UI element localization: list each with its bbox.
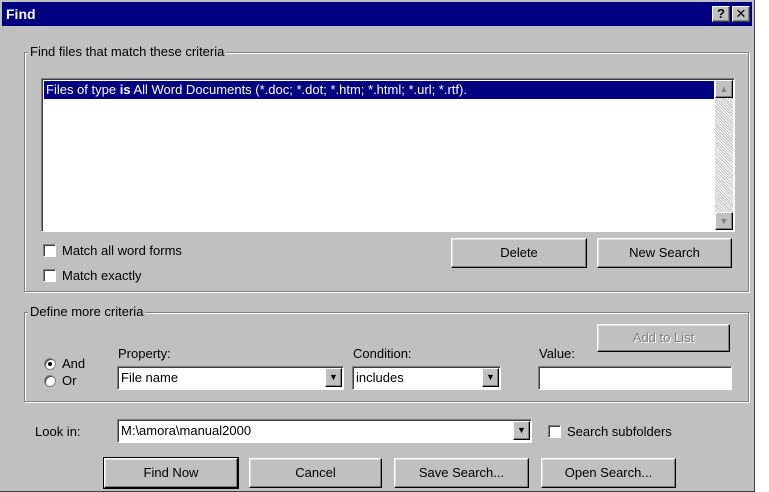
look-in-value: M:\amora\manual2000 — [121, 423, 252, 438]
search-subfolders-checkbox[interactable]: Search subfolders — [548, 424, 672, 439]
search-subfolders-label: Search subfolders — [567, 424, 672, 439]
add-to-list-label: Add to List — [632, 330, 695, 345]
delete-button[interactable]: Delete — [451, 238, 587, 268]
match-all-word-forms-box[interactable] — [43, 244, 56, 257]
delete-button-label: Delete — [500, 245, 538, 260]
save-search-button[interactable]: Save Search... — [394, 458, 529, 488]
condition-value: includes — [356, 370, 404, 385]
open-search-button[interactable]: Open Search... — [541, 458, 676, 488]
chevron-down-icon: ▼ — [329, 372, 338, 382]
property-dropdown-button[interactable]: ▼ — [325, 368, 342, 387]
criteria-listbox[interactable]: Files of type is All Word Documents (*.d… — [41, 78, 735, 232]
match-all-word-forms-checkbox[interactable]: Match all word forms — [43, 243, 182, 258]
cancel-label: Cancel — [295, 465, 336, 480]
or-radio-dot[interactable] — [44, 374, 56, 387]
value-input[interactable] — [538, 366, 732, 390]
save-search-label: Save Search... — [418, 465, 505, 480]
criteria-legend-text: Find files that match these criteria — [30, 44, 225, 59]
scroll-up-button[interactable]: ▲ — [715, 80, 733, 98]
property-label: Property: — [118, 346, 171, 361]
chevron-down-icon: ▼ — [517, 425, 526, 435]
title-bar[interactable]: Find ? ✕ — [2, 2, 752, 26]
match-exactly-checkbox[interactable]: Match exactly — [43, 268, 141, 283]
dialog-title: Find — [6, 6, 36, 22]
or-radio-label: Or — [62, 373, 77, 388]
find-dialog: Find ? ✕ Find files that match these cri… — [0, 0, 755, 492]
scroll-down-arrow-icon: ▼ — [719, 216, 729, 226]
chevron-down-icon: ▼ — [486, 372, 495, 382]
close-button[interactable]: ✕ — [732, 6, 750, 22]
property-dropdown[interactable]: File name ▼ — [117, 366, 344, 390]
criteria-scrollbar[interactable]: ▲ ▼ — [715, 80, 733, 230]
criteria-list-item[interactable]: Files of type is All Word Documents (*.d… — [44, 81, 714, 99]
criteria-item-operator: is — [119, 82, 131, 97]
condition-label: Condition: — [353, 346, 412, 361]
property-value: File name — [121, 370, 179, 385]
find-now-button[interactable]: Find Now — [103, 457, 239, 489]
match-exactly-box[interactable] — [43, 269, 56, 282]
help-button[interactable]: ? — [712, 6, 730, 22]
scroll-down-button[interactable]: ▼ — [715, 212, 733, 230]
new-search-button[interactable]: New Search — [597, 238, 732, 268]
and-radio-dot[interactable] — [44, 357, 56, 370]
scroll-up-arrow-icon: ▲ — [719, 84, 729, 94]
define-criteria-legend: Define more criteria — [28, 304, 146, 320]
and-radio-label: And — [62, 356, 86, 371]
or-radio[interactable]: Or — [44, 373, 76, 388]
cancel-button[interactable]: Cancel — [249, 458, 382, 488]
and-radio[interactable]: And — [44, 356, 85, 371]
value-label: Value: — [539, 346, 575, 361]
define-criteria-legend-text: Define more criteria — [30, 304, 144, 319]
criteria-item-suffix: All Word Documents (*.doc; *.dot; *.htm;… — [130, 82, 467, 97]
match-all-word-forms-label: Match all word forms — [62, 243, 182, 258]
new-search-button-label: New Search — [629, 245, 700, 260]
close-icon: ✕ — [735, 6, 747, 21]
match-exactly-label: Match exactly — [62, 268, 142, 283]
look-in-dropdown-button[interactable]: ▼ — [513, 421, 530, 440]
look-in-label: Look in: — [35, 424, 81, 439]
look-in-dropdown[interactable]: M:\amora\manual2000 ▼ — [117, 419, 532, 443]
help-icon: ? — [717, 6, 725, 21]
search-subfolders-box[interactable] — [548, 425, 561, 438]
condition-dropdown-button[interactable]: ▼ — [482, 368, 499, 387]
criteria-item-prefix: Files of type — [46, 82, 120, 97]
condition-dropdown[interactable]: includes ▼ — [352, 366, 501, 390]
find-now-label: Find Now — [143, 465, 199, 480]
open-search-label: Open Search... — [564, 465, 653, 480]
criteria-group-legend: Find files that match these criteria — [28, 44, 227, 60]
add-to-list-button[interactable]: Add to List — [597, 324, 730, 352]
